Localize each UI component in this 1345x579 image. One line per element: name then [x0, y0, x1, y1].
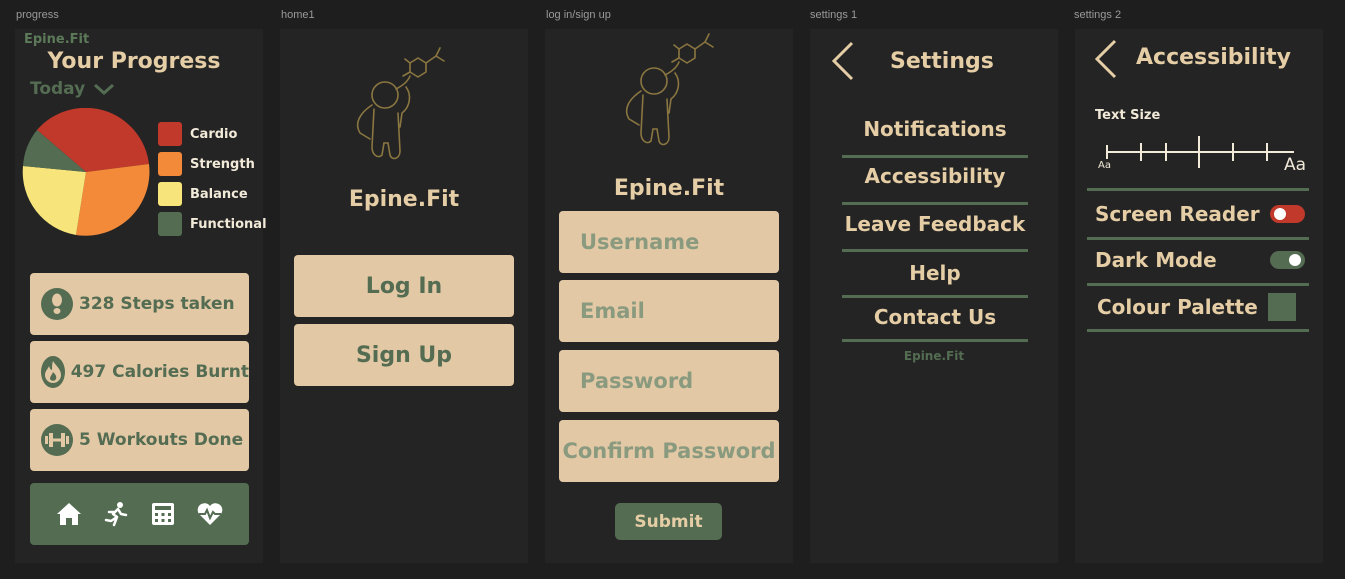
dark-mode-row: Dark Mode — [1095, 248, 1305, 272]
chevron-down-icon — [94, 83, 115, 96]
flame-icon — [41, 356, 65, 388]
frame-label-progress: progress — [16, 9, 59, 21]
back-chevron-icon[interactable] — [1093, 39, 1119, 79]
period-dropdown[interactable]: Today — [30, 79, 115, 99]
brand-logo-text: Epine.Fit — [24, 32, 90, 47]
slider-tick — [1165, 143, 1167, 161]
legend-label: Cardio — [190, 126, 238, 142]
slider-tick — [1266, 143, 1268, 161]
submit-button[interactable]: Submit — [615, 503, 722, 540]
menu-item-help[interactable]: Help — [842, 261, 1028, 285]
brand-logo-text: Epine.Fit — [348, 187, 460, 212]
colour-palette-label: Colour Palette — [1097, 295, 1258, 319]
divider — [1087, 329, 1309, 332]
divider — [842, 295, 1028, 298]
username-field[interactable]: Username — [559, 211, 779, 273]
page-title: Your Progress — [47, 49, 221, 74]
legend-swatch — [158, 152, 182, 176]
dumbbell-icon — [41, 424, 73, 456]
menu-item-accessibility[interactable]: Accessibility — [842, 164, 1028, 188]
bottom-nav — [30, 483, 249, 545]
menu-item-contact-us[interactable]: Contact Us — [842, 305, 1028, 329]
legend-item: Cardio — [158, 119, 267, 149]
brand-footer: Epine.Fit — [903, 349, 965, 363]
back-chevron-icon[interactable] — [830, 41, 856, 81]
toggle-knob — [1274, 208, 1286, 220]
divider — [1087, 283, 1309, 286]
mascot-illustration — [356, 47, 445, 160]
frame-label-settings1: settings 1 — [810, 9, 858, 21]
divider — [1087, 188, 1309, 191]
text-size-large-label: Aa — [1284, 155, 1307, 175]
legend-item: Balance — [158, 179, 267, 209]
mascot-illustration — [625, 33, 714, 146]
divider — [842, 202, 1028, 205]
frame-label-login: log in/sign up — [546, 9, 611, 21]
text-size-small-label: Aa — [1098, 160, 1111, 171]
legend-swatch — [158, 182, 182, 206]
stat-card-workouts[interactable]: 5 Workouts Done — [30, 409, 249, 471]
divider — [842, 339, 1028, 342]
legend-item: Functional — [158, 209, 267, 239]
frame-label-settings2: settings 2 — [1074, 9, 1122, 21]
stat-text: 328 Steps taken — [79, 294, 235, 314]
activity-pie-chart — [22, 107, 150, 240]
chart-legend: Cardio Strength Balance Functional — [158, 119, 267, 239]
menu-item-leave-feedback[interactable]: Leave Feedback — [842, 212, 1028, 236]
running-icon[interactable] — [102, 500, 130, 528]
home-icon[interactable] — [55, 500, 83, 528]
progress-screen: Epine.Fit Your Progress Today Cardio Str… — [15, 29, 267, 563]
pie-slice-strength — [76, 164, 150, 236]
divider — [1087, 237, 1309, 240]
password-field[interactable]: Password — [559, 350, 779, 412]
frame-label-home: home1 — [281, 9, 315, 21]
stat-card-calories[interactable]: 497 Calories Burnt — [30, 341, 249, 403]
text-size-slider[interactable]: Aa Aa — [1095, 133, 1309, 179]
signup-button[interactable]: Sign Up — [294, 324, 514, 386]
colour-palette-swatch[interactable] — [1268, 293, 1296, 321]
footprint-icon — [41, 288, 73, 320]
calculator-icon[interactable] — [149, 500, 177, 528]
dark-mode-label: Dark Mode — [1095, 248, 1217, 272]
login-signup-screen: Epine.Fit Username Email Password Confir… — [545, 29, 793, 563]
text-size-label: Text Size — [1095, 108, 1161, 123]
slider-tick — [1106, 145, 1108, 159]
menu-item-notifications[interactable]: Notifications — [842, 117, 1028, 141]
legend-item: Strength — [158, 149, 267, 179]
slider-tick — [1140, 143, 1142, 161]
period-dropdown-label: Today — [30, 79, 86, 99]
stat-card-steps[interactable]: 328 Steps taken — [30, 273, 249, 335]
home-screen: Epine.Fit Log In Sign Up — [280, 29, 528, 563]
legend-label: Balance — [190, 186, 248, 202]
page-title: Accessibility — [1136, 45, 1291, 70]
screen-reader-row: Screen Reader — [1095, 202, 1305, 226]
legend-label: Strength — [190, 156, 255, 172]
stat-text: 497 Calories Burnt — [70, 362, 249, 382]
brand-logo-text: Epine.Fit — [613, 176, 725, 201]
slider-thumb[interactable] — [1198, 136, 1200, 168]
confirm-password-field[interactable]: Confirm Password — [559, 420, 779, 482]
dark-mode-toggle[interactable] — [1270, 251, 1305, 269]
legend-label: Functional — [190, 216, 267, 232]
stat-text: 5 Workouts Done — [79, 430, 244, 450]
slider-tick — [1232, 143, 1234, 161]
page-title: Settings — [890, 49, 994, 74]
divider — [842, 249, 1028, 252]
legend-swatch — [158, 212, 182, 236]
accessibility-screen: Accessibility Text Size Aa Aa Screen Rea… — [1075, 29, 1323, 563]
colour-palette-row: Colour Palette — [1097, 293, 1296, 321]
login-button[interactable]: Log In — [294, 255, 514, 317]
legend-swatch — [158, 122, 182, 146]
screen-reader-label: Screen Reader — [1095, 202, 1260, 226]
screen-reader-toggle[interactable] — [1270, 205, 1305, 223]
settings-screen: Settings Notifications Accessibility Lea… — [810, 29, 1058, 563]
divider — [842, 155, 1028, 158]
toggle-knob — [1289, 254, 1301, 266]
email-field[interactable]: Email — [559, 280, 779, 342]
heart-pulse-icon[interactable] — [196, 500, 224, 528]
pie-slice-balance — [22, 166, 87, 235]
